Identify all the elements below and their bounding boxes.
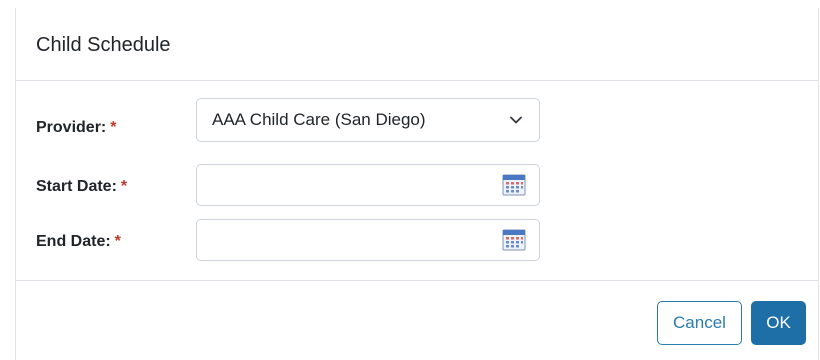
cancel-button[interactable]: Cancel <box>657 301 742 345</box>
end-date-label-text: End Date: <box>36 233 111 250</box>
required-marker: * <box>120 178 128 195</box>
start-date-row: Start Date: * <box>16 164 818 208</box>
calendar-icon[interactable] <box>502 174 526 196</box>
provider-label-text: Provider: <box>36 119 107 136</box>
required-marker: * <box>110 119 117 136</box>
dialog-header: Child Schedule <box>16 8 818 81</box>
end-date-field <box>196 219 540 261</box>
provider-row: Provider: * AAA Child Care (San Diego) <box>16 98 818 144</box>
start-date-label-text: Start Date: <box>36 178 117 195</box>
start-date-field <box>196 164 540 206</box>
provider-label: Provider: * <box>36 118 116 138</box>
page: Child Schedule Provider: * AAA Child Care… <box>0 0 820 360</box>
child-schedule-dialog: Child Schedule Provider: * AAA Child Care… <box>16 8 818 360</box>
end-date-label: End Date: * <box>36 232 121 252</box>
dialog-footer: Cancel OK <box>16 280 818 360</box>
start-date-label: Start Date: * <box>36 177 127 197</box>
end-date-input[interactable] <box>197 220 497 260</box>
ok-button[interactable]: OK <box>751 301 806 345</box>
end-date-row: End Date: * <box>16 219 818 263</box>
dialog-title: Child Schedule <box>36 34 171 56</box>
required-marker: * <box>114 233 121 250</box>
provider-select[interactable]: AAA Child Care (San Diego) <box>196 98 540 142</box>
start-date-input[interactable] <box>197 165 497 205</box>
chevron-down-icon <box>510 116 522 124</box>
provider-selected-value: AAA Child Care (San Diego) <box>212 110 426 129</box>
background-edge-right <box>818 8 819 360</box>
calendar-icon[interactable] <box>502 229 526 251</box>
